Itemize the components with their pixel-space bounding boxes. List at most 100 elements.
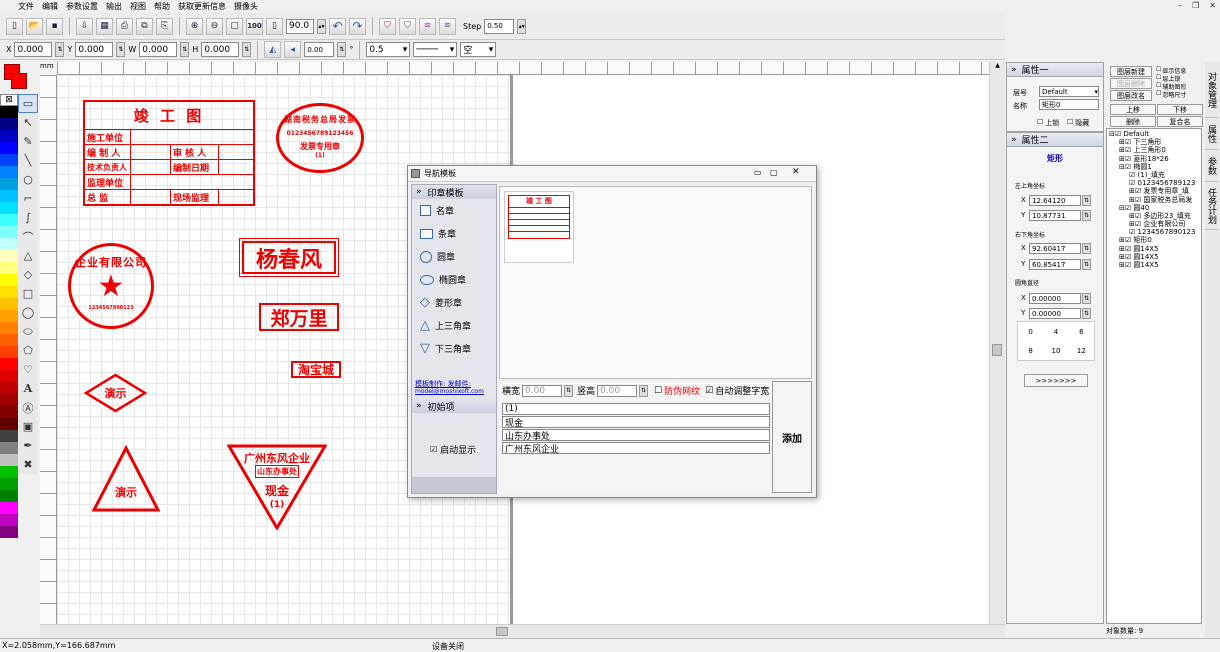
oval-icon[interactable]: ⬭ — [18, 322, 38, 341]
round-company-stamp[interactable]: 企业有限公司 ★ 1234567890123 — [68, 243, 154, 329]
color-swatch[interactable] — [0, 250, 18, 262]
tab-parameters[interactable]: 参数 — [1205, 150, 1218, 182]
stamp-text-line-1[interactable]: (1) — [502, 403, 770, 415]
tree-item[interactable]: ⊟☑ 椭圆1 — [1109, 163, 1199, 171]
zoom-out-icon[interactable]: ⊖ — [206, 17, 223, 35]
oval-invoice-stamp[interactable]: 湖南税务总局发票 0123456789123456 发票专用章 (1) — [276, 103, 364, 173]
rectangle-icon[interactable]: □ — [18, 284, 38, 303]
v-height-spinner[interactable]: ⇅ — [639, 384, 649, 397]
color-swatch[interactable] — [0, 394, 18, 406]
tl-y-input[interactable]: 10.87731 — [1029, 210, 1081, 221]
template-email-link[interactable]: 模板制作: 发邮件: model@moshixoft.com — [412, 380, 496, 396]
menu-update[interactable]: 获取更新信息 — [178, 1, 226, 12]
layer-select[interactable]: Default ▾ — [1039, 86, 1099, 97]
color-swatch[interactable] — [0, 406, 18, 418]
color-swatch[interactable] — [0, 106, 18, 118]
br-y-input[interactable]: 60.85417 — [1029, 259, 1081, 270]
name-stamp-2[interactable]: 郑万里 — [259, 303, 339, 331]
template-upper-triangle-stamp[interactable]: △ 上三角章 — [412, 314, 496, 337]
shop-stamp[interactable]: 淘宝城 — [291, 361, 341, 378]
canvas-horizontal-scrollbar[interactable] — [40, 624, 1005, 638]
step-input[interactable]: 0.50 — [484, 18, 515, 34]
close-icon[interactable]: ✕ — [1209, 1, 1216, 10]
image-icon[interactable]: ▣ — [18, 417, 38, 436]
name-input[interactable]: 矩形0 — [1039, 99, 1099, 110]
x-spinner[interactable]: ⇅ — [55, 42, 65, 57]
tree-item[interactable]: ⊞☑ 国家税务总局发 — [1109, 196, 1199, 204]
color-swatch[interactable] — [0, 478, 18, 490]
tree-item[interactable]: ⊞☑ 发票专用章_填 — [1109, 187, 1199, 195]
checkbox-checked-icon[interactable]: ☑ — [430, 445, 437, 454]
tab-object-management[interactable]: 对象管理 — [1205, 62, 1218, 118]
no-color-swatch[interactable]: ⊠ — [0, 94, 18, 106]
pen-icon[interactable]: ✎ — [18, 132, 38, 151]
radius-preset[interactable]: 12 — [1069, 341, 1094, 360]
triangle-stamp[interactable]: 演示 — [91, 444, 161, 513]
template-oval-stamp[interactable]: 椭圆章 — [412, 268, 496, 291]
layer-rename-button[interactable]: 图层改名 — [1110, 90, 1152, 101]
stamp-text-line-4[interactable]: 广州东风企业 — [502, 442, 770, 455]
delete-button[interactable]: 删除 — [1110, 116, 1156, 127]
color-swatch[interactable] — [0, 202, 18, 214]
color-swatch[interactable] — [0, 310, 18, 322]
tl-y-spinner[interactable]: ⇅ — [1082, 210, 1091, 221]
checkbox-unchecked-icon[interactable]: ☐ — [654, 386, 662, 396]
minimize-icon[interactable]: ▭ — [754, 168, 762, 177]
y-input[interactable]: 0.000 — [75, 42, 114, 57]
color-swatch[interactable] — [0, 466, 18, 478]
color-swatch[interactable] — [0, 370, 18, 382]
initial-items-section[interactable]: » 初始项 — [412, 399, 496, 413]
recombine-button[interactable]: 复合名 — [1157, 116, 1203, 127]
y-spinner[interactable]: ⇅ — [116, 42, 126, 57]
tab-task-plan[interactable]: 任务计划 — [1205, 182, 1218, 230]
tree-item[interactable]: ☑ (1)_填充 — [1109, 171, 1199, 179]
polyline-icon[interactable]: ⌐ — [18, 189, 38, 208]
color-swatch[interactable] — [0, 130, 18, 142]
template-diamond-stamp[interactable]: ◇ 菱形章 — [412, 291, 496, 314]
color-swatch[interactable] — [0, 358, 18, 370]
tl-x-input[interactable]: 12.64120 — [1029, 195, 1081, 206]
scroll-thumb[interactable] — [496, 627, 508, 636]
flip-vertical-icon[interactable]: ◂ — [284, 41, 302, 58]
properties-two-header[interactable]: » 属性二 — [1007, 133, 1103, 147]
checkbox-unchecked-icon[interactable]: ☐ — [1067, 118, 1073, 128]
dialog-titlebar[interactable]: 导航模板 ▭ ▢ ✕ — [408, 166, 816, 182]
color-swatch[interactable] — [0, 334, 18, 346]
menu-help[interactable]: 帮助 — [154, 1, 170, 12]
line-icon[interactable]: ╲ — [18, 151, 38, 170]
import-icon[interactable]: ⇩ — [76, 17, 93, 35]
color-swatch[interactable] — [0, 226, 18, 238]
current-color-swatch[interactable] — [4, 64, 27, 90]
add-button[interactable]: 添加 — [772, 381, 812, 493]
br-x-spinner[interactable]: ⇅ — [1082, 243, 1091, 254]
dash-style-select[interactable]: 空 ▾ — [460, 42, 497, 57]
v-height-input[interactable]: 0.00 — [597, 384, 638, 397]
object-tree[interactable]: ⊟☑ Default ⊞☑ 下三角形 ⊞☑ 上三角形0 ⊞☑ 菱形18*26 ⊟… — [1106, 128, 1202, 624]
fit-page-icon[interactable]: ▢ — [226, 17, 243, 35]
tree-item[interactable]: ⊞☑ 圆14X5 — [1109, 253, 1199, 261]
color-swatch[interactable] — [0, 346, 18, 358]
tree-item[interactable]: ⊞☑ 圆14X5 — [1109, 245, 1199, 253]
zoom-input[interactable]: 90.0 — [286, 18, 314, 34]
color-swatch[interactable] — [0, 442, 18, 454]
tree-item[interactable]: ⊞☑ 企业有限公司 — [1109, 220, 1199, 228]
r-x-input[interactable]: 0.00000 — [1029, 293, 1081, 304]
diamond-icon[interactable]: ◇ — [18, 265, 38, 284]
color-swatch[interactable] — [0, 154, 18, 166]
bezier-icon[interactable]: ⌒ — [18, 227, 38, 246]
tree-item[interactable]: ⊞☑ 多边形23_填充 — [1109, 212, 1199, 220]
color-swatch[interactable] — [0, 178, 18, 190]
redo-icon[interactable]: ↷ — [349, 17, 366, 35]
tree-item[interactable]: ⊞☑ 上三角形0 — [1109, 146, 1199, 154]
x-input[interactable]: 0.000 — [14, 42, 53, 57]
zoom-spinner[interactable]: ▴▾ — [317, 18, 326, 34]
wave-pattern-2-icon[interactable]: ≋ — [439, 17, 456, 35]
canvas-vertical-scrollbar[interactable]: ▲ — [989, 62, 1005, 624]
pointer-icon[interactable]: ↖ — [18, 113, 38, 132]
tab-properties[interactable]: 属性 — [1205, 118, 1218, 150]
color-swatch[interactable] — [0, 214, 18, 226]
ignore-size-row[interactable]: ☐ 忽略尺寸 — [1156, 90, 1186, 99]
ellipse-icon[interactable]: ◯ — [18, 303, 38, 322]
stamp-template-section[interactable]: » 印章模板 — [412, 185, 496, 199]
w-input[interactable]: 0.000 — [139, 42, 178, 57]
